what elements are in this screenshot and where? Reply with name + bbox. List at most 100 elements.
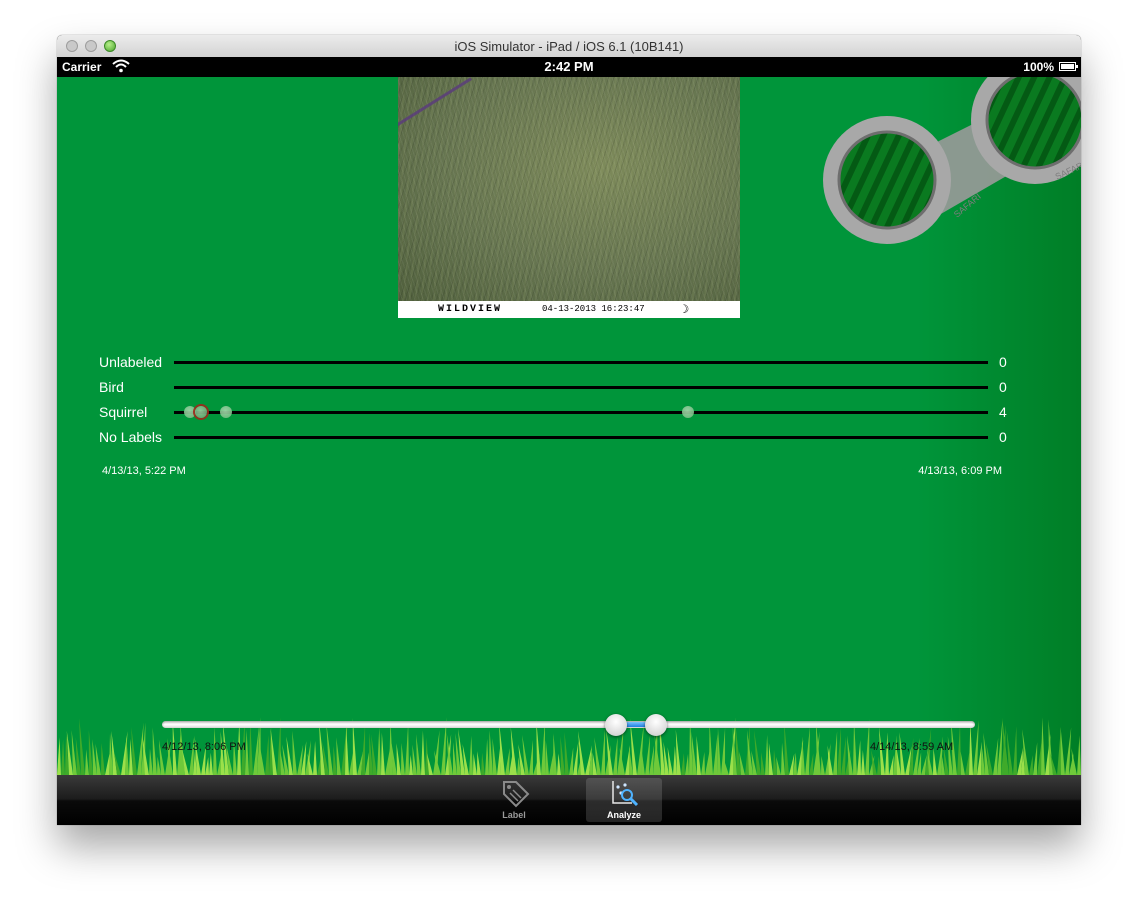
grass-blade [853, 720, 857, 775]
grass-blade [349, 751, 354, 775]
grass-photo-image [398, 77, 740, 301]
grass-blade [333, 745, 337, 775]
grass-blade [776, 756, 781, 775]
track-count-unlabeled: 0 [999, 354, 1007, 370]
grass-blade [784, 722, 789, 775]
analyze-screen: WILDVIEW 04-13-2013 16:23:47 ☽ SAFARI SA… [57, 77, 1081, 775]
grass-blade [416, 734, 421, 775]
time-range-slider[interactable] [162, 721, 975, 728]
track-count-bird: 0 [999, 379, 1007, 395]
grass-blade [492, 738, 497, 775]
grass-blade [1033, 742, 1038, 775]
grass-blade [57, 737, 61, 775]
grass-blade [409, 754, 413, 775]
tab-bar: Label Analyze [57, 775, 1081, 825]
track-count-squirrel: 4 [999, 404, 1007, 420]
grass-blade [149, 748, 153, 775]
simulator-window: iOS Simulator - iPad / iOS 6.1 (10B141) … [57, 35, 1081, 825]
grass-blade [713, 733, 718, 775]
grass-blade [485, 738, 489, 775]
grass-blade [861, 750, 865, 775]
grass-blade [412, 744, 417, 775]
grass-blade [805, 726, 810, 775]
grass-blade [477, 751, 481, 775]
battery-percent: 100% [1023, 60, 1054, 74]
tab-label[interactable]: Label [476, 778, 552, 822]
grass-blade [768, 742, 773, 775]
grass-blade [560, 736, 565, 775]
grass-blade [381, 732, 385, 775]
grass-blade [88, 730, 93, 775]
grass-blade [857, 740, 861, 775]
track-label-bird: Bird [99, 379, 124, 395]
squirrel-event-dot[interactable] [220, 406, 233, 418]
grass-blade [701, 752, 705, 775]
grass-blade [425, 737, 429, 775]
grass-blade [696, 735, 701, 775]
grass-blade [889, 755, 894, 775]
grass-blade [377, 727, 381, 775]
grass-blade [993, 737, 999, 775]
grass-blade [681, 753, 685, 775]
grass-blade [209, 752, 213, 775]
grass-blade [152, 727, 157, 775]
battery-icon [1059, 62, 1078, 71]
grass-blade [821, 756, 825, 775]
grass-blade [481, 752, 485, 775]
grass-blade [613, 736, 618, 775]
photo-branch [398, 77, 472, 128]
grass-blade [960, 751, 965, 775]
grass-blade [85, 749, 89, 775]
grass-blade [649, 745, 655, 775]
moon-icon: ☽ [682, 303, 690, 317]
track-label-no-labels: No Labels [99, 429, 163, 445]
grass-blade [249, 721, 253, 775]
tab-label-text: Label [502, 810, 526, 820]
grass-blade [841, 736, 846, 775]
grass-blade [345, 724, 349, 775]
squirrel-event-dot[interactable] [682, 406, 695, 418]
grass-blade [405, 724, 409, 775]
grass-blade [837, 727, 841, 775]
grass-blade [765, 734, 769, 775]
grass-blade [1077, 735, 1081, 775]
grass-blade [685, 753, 689, 775]
squirrel-event-dot[interactable] [194, 406, 207, 418]
grass-blade [675, 729, 681, 775]
grass-blade [885, 732, 889, 775]
grass-blade [205, 756, 209, 775]
grass-blade [773, 749, 777, 775]
grass-blade [973, 720, 979, 775]
track-line-bird [174, 386, 988, 389]
camera-brand: WILDVIEW [438, 304, 503, 315]
grass-blade [61, 739, 65, 775]
grass-blade [336, 737, 341, 775]
track-line-unlabeled [174, 361, 988, 364]
grass-blade [313, 740, 317, 775]
grass-blade [965, 752, 970, 775]
analyze-magnifier-icon [612, 781, 639, 807]
grass-blade [641, 748, 645, 775]
grass-blade [1065, 727, 1072, 775]
grass-blade [469, 735, 473, 775]
photo-timestamp: 04-13-2013 16:23:47 [542, 304, 645, 314]
track-line-squirrel [174, 411, 988, 414]
tab-analyze[interactable]: Analyze [586, 778, 662, 822]
track-count-no-labels: 0 [999, 429, 1007, 445]
tab-analyze-text: Analyze [606, 810, 641, 820]
grass-blade [101, 742, 105, 775]
slider-min-label: 4/12/13, 8:06 PM [162, 741, 246, 753]
slider-lower-thumb[interactable] [604, 714, 627, 736]
grass-blade [969, 721, 973, 775]
window-titlebar: iOS Simulator - iPad / iOS 6.1 (10B141) [57, 35, 1081, 58]
ios-status-bar: Carrier 2:42 PM 100% [57, 57, 1081, 77]
grass-blade [1029, 755, 1033, 775]
slider-max-label: 4/14/13, 8:59 AM [870, 741, 954, 753]
grass-blade [79, 718, 85, 775]
range-end-label: 4/13/13, 6:09 PM [918, 465, 1002, 477]
grass-blade [71, 730, 77, 775]
camera-photo[interactable]: WILDVIEW 04-13-2013 16:23:47 ☽ [398, 77, 740, 318]
grass-blade [529, 739, 534, 775]
grass-blade [553, 733, 557, 775]
grass-blade [1060, 727, 1065, 775]
